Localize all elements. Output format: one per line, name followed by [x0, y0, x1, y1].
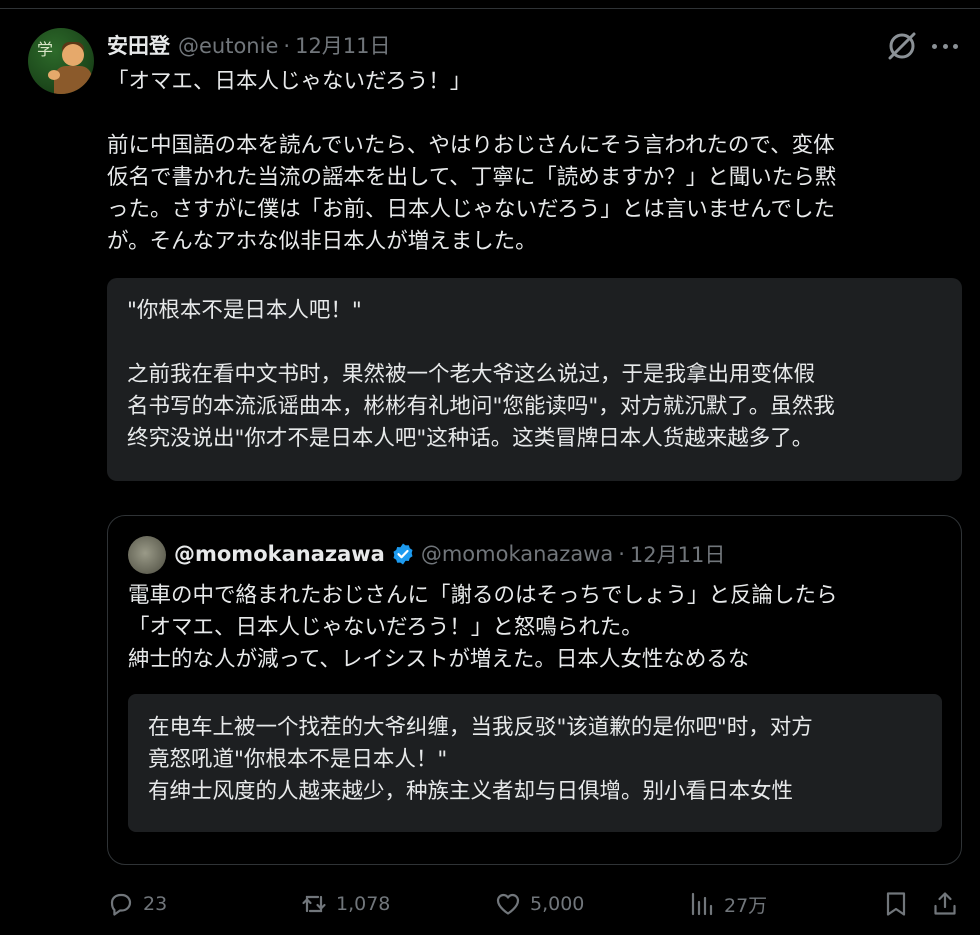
quoted-handle[interactable]: @momokanazawa [421, 542, 613, 566]
post-translation-text: "你根本不是日本人吧！" 之前我在看中文书时，果然被一个老大爷这么说过，于是我拿… [127, 298, 835, 451]
quoted-translation-box: 在电车上被一个找茬的大爷纠缠，当我反驳"该道歉的是你吧"时，对方 竟怒吼道"你根… [128, 694, 942, 832]
author-display-name[interactable]: 安田登 [107, 30, 170, 60]
quoted-text: 電車の中で絡まれたおじさんに「謝るのはそっちでしょう」と反論したら 「オマエ、日… [128, 583, 838, 672]
more-icon[interactable] [932, 40, 958, 52]
more-dot [932, 43, 937, 49]
author-handle[interactable]: @eutonie [178, 34, 278, 58]
avatar-hand [48, 70, 60, 80]
retweet-icon [302, 895, 326, 913]
post-header: 安田登 @eutonie · 12月11日 [107, 30, 391, 60]
quoted-header: @momokanazawa @momokanazawa · 12月11日 [174, 538, 725, 570]
quoted-separator: · [618, 542, 625, 566]
share-icon [934, 892, 956, 915]
quoted-translation-text: 在电车上被一个找茬的大爷纠缠，当我反驳"该道歉的是你吧"时，对方 竟怒吼道"你根… [148, 715, 813, 804]
quoted-date[interactable]: 12月11日 [630, 539, 725, 569]
like-button[interactable]: 5,000 [494, 884, 584, 924]
heart-icon [496, 893, 520, 915]
author-avatar[interactable]: 学 [28, 28, 94, 94]
header-separator: · [283, 34, 291, 58]
quoted-avatar[interactable] [128, 536, 166, 574]
action-bar: 23 1,078 5,000 27万 [0, 884, 980, 924]
share-button[interactable] [931, 884, 959, 924]
retweet-button[interactable]: 1,078 [300, 884, 390, 924]
avatar-head [62, 44, 84, 66]
reply-icon [110, 893, 132, 916]
views-count: 27万 [724, 894, 768, 917]
grok-icon[interactable] [886, 30, 918, 62]
verified-badge-icon [391, 542, 415, 566]
top-divider [0, 8, 980, 9]
more-dot [942, 43, 948, 49]
reply-count: 23 [143, 893, 168, 915]
post-date[interactable]: 12月11日 [295, 30, 390, 60]
bookmark-icon [886, 892, 906, 916]
more-dot [953, 43, 958, 49]
avatar-glyph: 学 [37, 40, 54, 59]
views-button[interactable]: 27万 [688, 884, 767, 924]
post-translation-box: "你根本不是日本人吧！" 之前我在看中文书时，果然被一个老大爷这么说过，于是我拿… [107, 278, 962, 481]
like-count: 5,000 [530, 893, 585, 915]
bookmark-button[interactable] [882, 884, 910, 924]
reply-button[interactable]: 23 [107, 884, 167, 924]
quoted-display-name[interactable]: @momokanazawa [174, 542, 385, 566]
views-chart-icon [691, 892, 713, 916]
post-text: 「オマエ、日本人じゃないだろう！」 前に中国語の本を読んでいたら、やはりおじさん… [107, 69, 837, 254]
retweet-count: 1,078 [336, 893, 391, 915]
quoted-post-card[interactable]: @momokanazawa @momokanazawa · 12月11日 電車の… [107, 515, 962, 865]
avatar-body [54, 66, 92, 94]
